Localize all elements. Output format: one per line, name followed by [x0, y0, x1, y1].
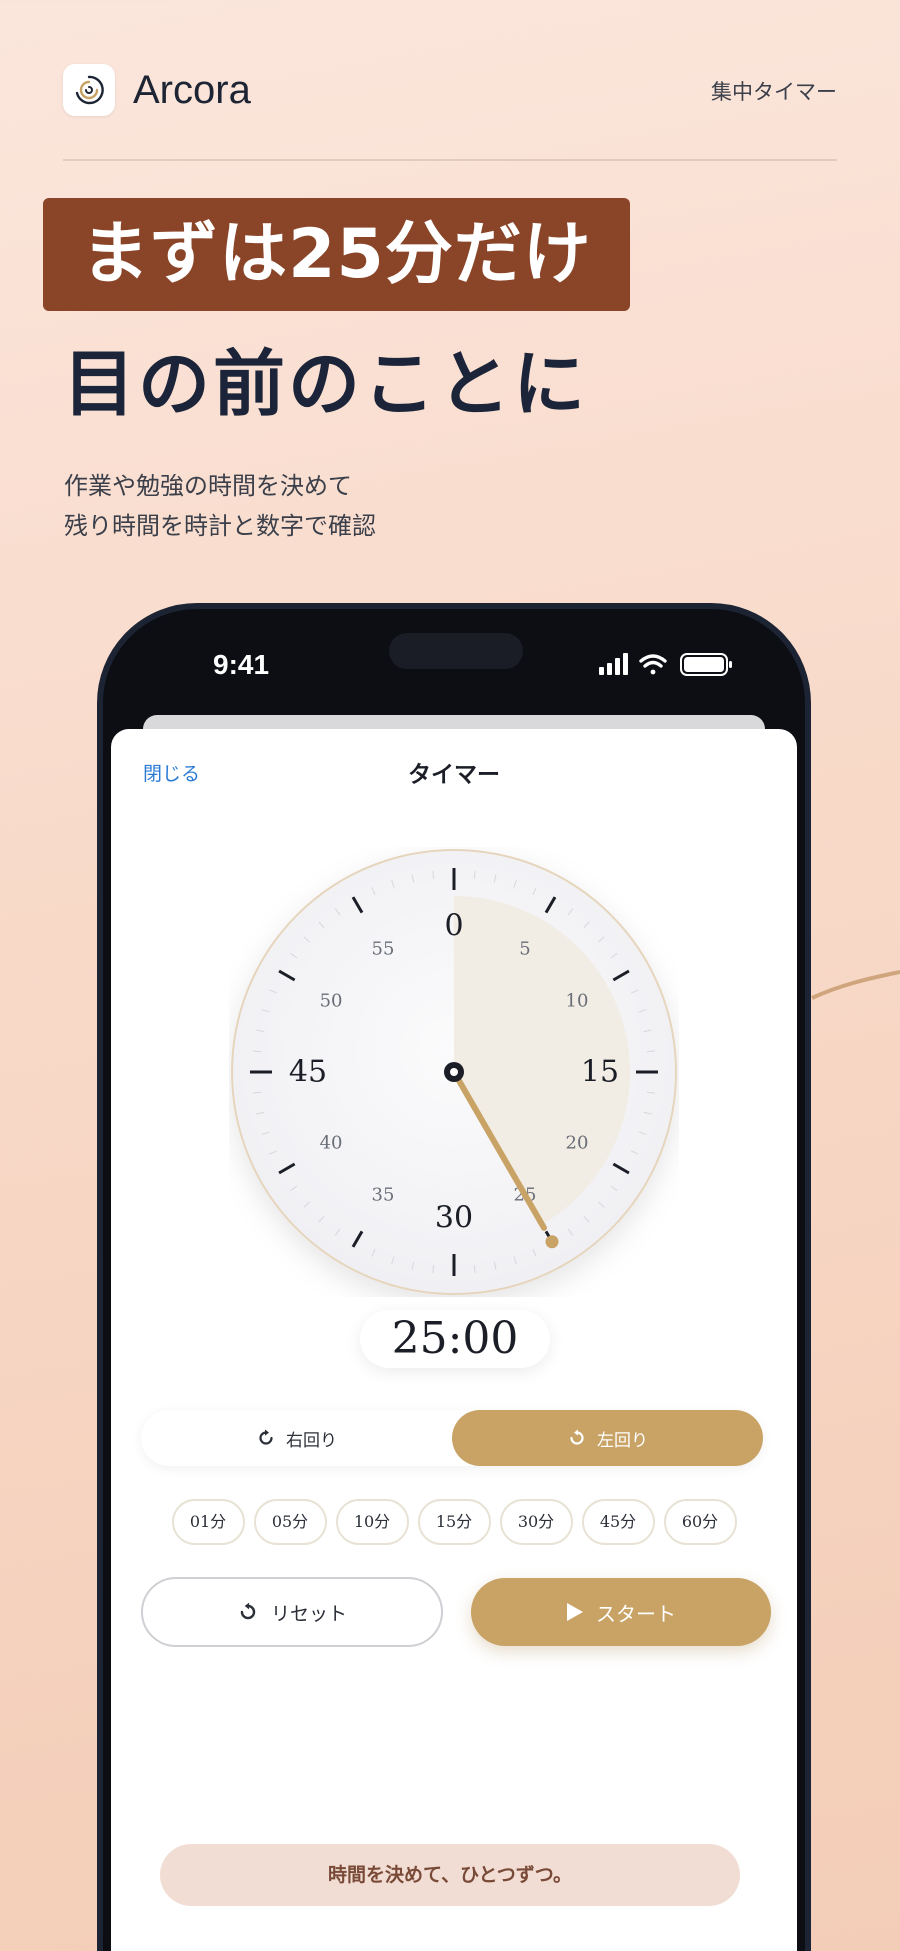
counterclockwise-button[interactable]: 左回り [452, 1410, 763, 1466]
clockwise-button[interactable]: 右回り [141, 1410, 452, 1466]
dial-minor-label: 20 [566, 1133, 589, 1154]
app-logo [63, 64, 115, 116]
dial-major-label: 15 [581, 1055, 619, 1090]
header-link-focus-timer[interactable]: 集中タイマー [711, 76, 837, 106]
dial-hand-tip[interactable] [545, 1235, 559, 1249]
hero-subtitle-line-1: 作業や勉強の時間を決めて [64, 472, 352, 500]
time-remaining-display: 25:00 [360, 1310, 550, 1368]
dial-center-dot [450, 1068, 458, 1076]
preset-10[interactable]: 10分 [335, 1499, 409, 1545]
preset-list: 01分 05分 10分 15分 30分 45分 60分 [111, 1499, 797, 1545]
rotate-clockwise-icon [259, 1429, 273, 1445]
wifi-icon [639, 654, 667, 675]
dial-major-label: 30 [435, 1201, 473, 1236]
dial-minor-label: 40 [320, 1133, 343, 1154]
dial-minor-label: 5 [519, 939, 530, 960]
header-divider [63, 159, 837, 161]
preset-30[interactable]: 30分 [499, 1499, 573, 1545]
phone-mockup: 9:41 閉じる タイマー 0 15 30 45 5 10 20 35 40 5… [97, 603, 811, 1951]
preset-45[interactable]: 45分 [581, 1499, 655, 1545]
hero-subtitle-line-2: 残り時間を時計と数字で確認 [64, 512, 376, 540]
rotate-counterclockwise-icon [570, 1429, 584, 1445]
signal-icon [599, 653, 628, 675]
play-icon [567, 1603, 583, 1621]
dial-major-label: 0 [444, 909, 463, 944]
arcora-logo-icon [75, 75, 104, 105]
dial-minor-label: 10 [566, 991, 589, 1012]
battery-icon [680, 653, 732, 676]
reset-button[interactable]: リセット [141, 1577, 443, 1647]
reset-icon [240, 1602, 256, 1620]
status-time: 9:41 [213, 649, 270, 680]
preset-05[interactable]: 05分 [253, 1499, 327, 1545]
start-label: スタート [596, 1601, 676, 1626]
timer-sheet: 閉じる タイマー 0153045510202535405055 [111, 729, 797, 1951]
start-button[interactable]: スタート [471, 1578, 771, 1646]
preset-60[interactable]: 60分 [663, 1499, 737, 1545]
dial-minor-label: 50 [320, 991, 343, 1012]
hero-subtitle: 作業や勉強の時間を決めて 残り時間を時計と数字で確認 [64, 466, 376, 546]
sheet-title: タイマー [408, 761, 500, 788]
hero-headline-highlight: まずは25分だけ [81, 215, 592, 294]
direction-toggle: 右回り 左回り [141, 1410, 763, 1466]
dial-minor-label: 35 [372, 1184, 395, 1205]
caption-banner: 時間を決めて、ひとつずつ。 [160, 1844, 740, 1906]
status-icons [599, 651, 739, 681]
dial-major-label: 45 [289, 1055, 327, 1090]
clockwise-label: 右回り [286, 1430, 337, 1451]
preset-01[interactable]: 01分 [171, 1499, 245, 1545]
reset-label: リセット [270, 1602, 347, 1625]
dial-minor-label: 55 [372, 939, 395, 960]
counterclockwise-label: 左回り [597, 1430, 648, 1451]
timer-dial[interactable]: 0153045510202535405055 [229, 847, 679, 1297]
header: Arcora 集中タイマー [63, 64, 837, 120]
preset-15[interactable]: 15分 [417, 1499, 491, 1545]
app-name: Arcora [133, 68, 251, 112]
hero-headline: 目の前のことに [63, 342, 589, 426]
dynamic-island [389, 633, 523, 669]
